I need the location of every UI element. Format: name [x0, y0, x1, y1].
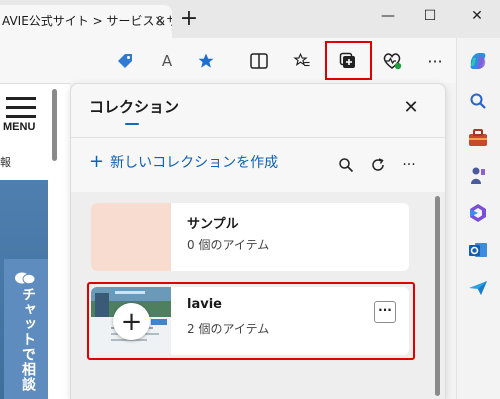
- new-collection-button[interactable]: + 新しいコレクションを作成: [89, 152, 278, 172]
- chat-consult-label: チャットで相談: [20, 287, 36, 392]
- collection-item-highlight: [87, 282, 415, 360]
- hamburger-menu-icon[interactable]: [6, 97, 36, 124]
- collections-button-highlight: [325, 41, 372, 80]
- games-icon[interactable]: [467, 165, 489, 187]
- tab-title: AVIE公式サイト > サービス＆サ: [2, 14, 172, 28]
- send-icon[interactable]: [467, 277, 489, 299]
- browser-tab[interactable]: AVIE公式サイト > サービス＆サ ×: [0, 5, 172, 38]
- edge-sidebar: [456, 38, 500, 399]
- search-icon[interactable]: [336, 155, 356, 175]
- title-underline: [125, 123, 139, 125]
- tab-close-icon[interactable]: ×: [150, 5, 170, 38]
- close-window-button[interactable]: ✕: [466, 8, 488, 28]
- minimize-button[interactable]: —: [377, 8, 399, 28]
- title-bar: AVIE公式サイト > サービス＆サ × + — ☐ ✕: [0, 0, 500, 38]
- collection-list: サンプル 0 個のアイテム + lavie 2 個のアイテム ···: [71, 192, 445, 399]
- more-menu-button[interactable]: ···: [420, 46, 450, 76]
- panel-scrollbar[interactable]: [435, 196, 440, 396]
- collections-panel: コレクション ✕ + 新しいコレクションを作成 ··· サンプル 0 個のアイテ…: [70, 83, 446, 399]
- page-text: 報: [0, 156, 11, 169]
- page-scrollbar[interactable]: [52, 89, 57, 161]
- panel-title: コレクション: [89, 98, 180, 116]
- favorite-star-icon[interactable]: [191, 46, 221, 76]
- microsoft-365-icon[interactable]: [467, 202, 489, 224]
- price-tag-icon[interactable]: [110, 46, 140, 76]
- read-aloud-icon: A: [161, 52, 173, 70]
- refresh-icon[interactable]: [368, 155, 388, 175]
- more-options-button[interactable]: ···: [399, 155, 419, 175]
- browser-essentials-icon[interactable]: [377, 46, 407, 76]
- new-collection-label: 新しいコレクションを作成: [110, 155, 279, 171]
- divider: [71, 137, 445, 138]
- chat-bubble-icon: [14, 271, 36, 291]
- search-icon[interactable]: [467, 90, 489, 112]
- collection-count: 0 個のアイテム: [187, 238, 270, 252]
- read-aloud-button[interactable]: A: [152, 46, 182, 76]
- menu-label: MENU: [3, 121, 36, 133]
- new-tab-button[interactable]: +: [178, 8, 200, 31]
- collection-title: サンプル: [187, 217, 239, 232]
- tools-icon[interactable]: [467, 127, 489, 149]
- plus-icon: +: [89, 151, 105, 172]
- web-page-content: MENU 報 チャットで相談: [0, 83, 70, 399]
- maximize-button[interactable]: ☐: [419, 8, 441, 28]
- browser-toolbar: A ···: [0, 38, 456, 83]
- split-screen-icon[interactable]: [244, 46, 274, 76]
- favorites-list-icon[interactable]: [287, 46, 317, 76]
- close-panel-button[interactable]: ✕: [401, 98, 421, 118]
- collection-item[interactable]: サンプル 0 個のアイテム: [91, 203, 409, 271]
- collection-thumbnail: [91, 203, 171, 271]
- copilot-icon[interactable]: [467, 50, 489, 72]
- outlook-icon[interactable]: [467, 239, 489, 261]
